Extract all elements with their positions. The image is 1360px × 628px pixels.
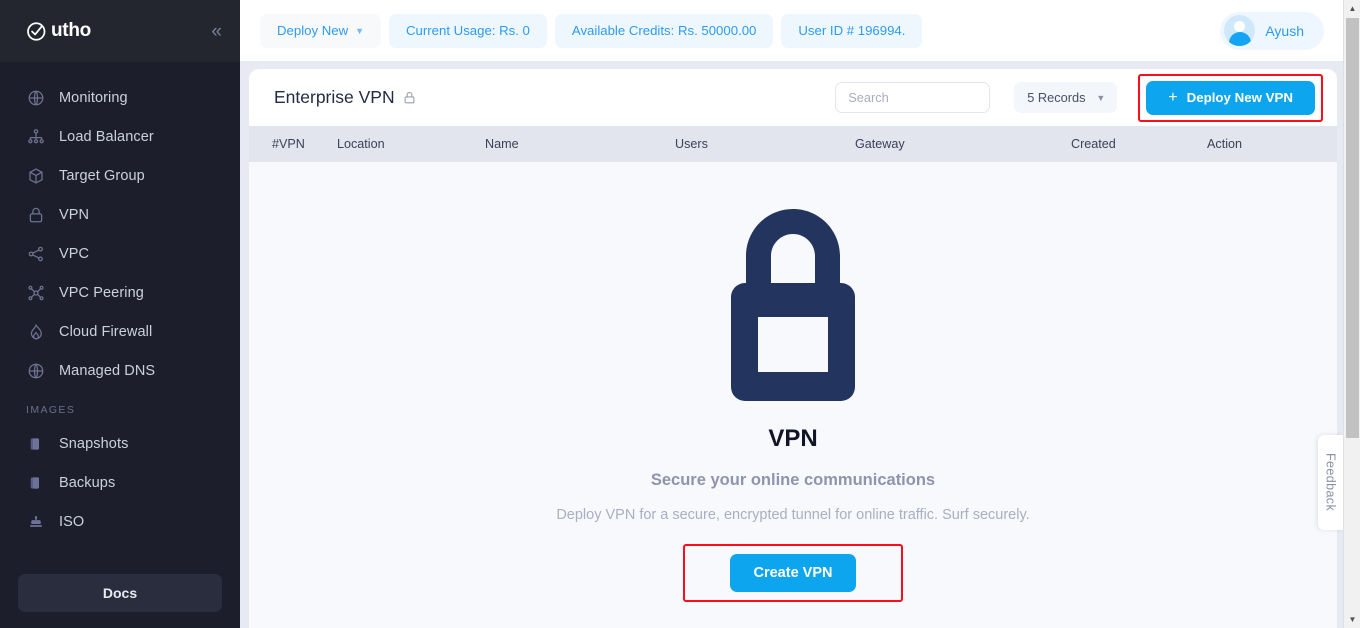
user-menu[interactable]: Ayush <box>1220 11 1324 50</box>
chevron-down-icon: ▼ <box>355 25 365 36</box>
sidebar-item-backups[interactable]: Backups <box>0 463 240 502</box>
scroll-up-arrow-icon[interactable]: ▲ <box>1344 0 1360 17</box>
panel-header: Enterprise VPN 5 Records ▼ <box>249 69 1337 126</box>
sidebar-item-vpn[interactable]: VPN <box>0 195 240 234</box>
user-id-chip[interactable]: User ID # 196994. <box>781 13 923 48</box>
sidebar-header: utho « <box>0 0 240 62</box>
load-balancer-tree-icon <box>26 127 45 146</box>
cube-icon <box>26 166 45 185</box>
sidebar-item-label: Backups <box>59 474 116 491</box>
feedback-label: Feedback <box>1323 453 1338 512</box>
column-header-vpn: #VPN <box>272 137 305 151</box>
sidebar-footer: Docs <box>0 564 240 628</box>
sidebar-nav: Monitoring Load Balancer Target Group VP… <box>0 62 240 564</box>
deploy-new-vpn-button[interactable]: + Deploy New VPN <box>1146 80 1315 115</box>
top-bar: Deploy New ▼ Current Usage: Rs. 0 Availa… <box>240 0 1360 61</box>
sidebar-item-label: Target Group <box>59 167 145 184</box>
sidebar-item-load-balancer[interactable]: Load Balancer <box>0 117 240 156</box>
share-nodes-icon <box>26 244 45 263</box>
create-vpn-highlight: Create VPN <box>682 544 904 602</box>
create-vpn-button[interactable]: Create VPN <box>729 554 857 592</box>
chevron-double-left-icon[interactable]: « <box>211 22 221 41</box>
plus-icon: + <box>1168 88 1178 106</box>
deploy-new-label: Deploy New <box>277 23 349 38</box>
network-peering-icon <box>26 283 45 302</box>
column-header-location: Location <box>337 137 385 151</box>
sidebar-item-vpc[interactable]: VPC <box>0 234 240 273</box>
sidebar: utho « Monitoring Load Balancer Target G… <box>0 0 240 628</box>
big-padlock-icon <box>717 201 869 411</box>
sidebar-item-snapshots[interactable]: Snapshots <box>0 424 240 463</box>
content-wrapper: Enterprise VPN 5 Records ▼ <box>249 69 1337 628</box>
globe-grid-icon <box>26 361 45 380</box>
chevron-down-icon: ▼ <box>1096 92 1106 103</box>
column-header-gateway: Gateway <box>855 137 905 151</box>
sidebar-item-label: ISO <box>59 513 85 530</box>
empty-state-description: Deploy VPN for a secure, encrypted tunne… <box>556 507 1030 523</box>
records-select-value: 5 Records <box>1027 90 1086 105</box>
records-per-page-select[interactable]: 5 Records ▼ <box>1014 82 1118 113</box>
sidebar-item-label: Cloud Firewall <box>59 323 153 340</box>
deploy-new-dropdown[interactable]: Deploy New ▼ <box>260 13 382 48</box>
sidebar-item-iso[interactable]: ISO <box>0 502 240 541</box>
main-area: Deploy New ▼ Current Usage: Rs. 0 Availa… <box>240 0 1360 628</box>
sidebar-item-label: VPC <box>59 245 90 262</box>
vpn-panel: Enterprise VPN 5 Records ▼ <box>249 69 1337 628</box>
sidebar-item-label: VPC Peering <box>59 284 144 301</box>
sidebar-item-label: VPN <box>59 206 90 223</box>
empty-state-subtitle: Secure your online communications <box>650 471 936 489</box>
backup-box-icon <box>26 473 45 492</box>
lock-icon <box>402 90 417 105</box>
column-header-action: Action <box>1207 137 1243 151</box>
empty-state: VPN Secure your online communications De… <box>249 162 1337 628</box>
sidebar-item-label: Managed DNS <box>59 362 156 379</box>
user-avatar-icon <box>1224 15 1256 46</box>
brand-logo[interactable]: utho <box>26 20 91 42</box>
sidebar-item-cloud-firewall[interactable]: Cloud Firewall <box>0 312 240 351</box>
scroll-down-arrow-icon[interactable]: ▼ <box>1344 611 1360 628</box>
iso-disc-icon <box>26 512 45 531</box>
snapshot-box-icon <box>26 434 45 453</box>
page-title: Enterprise VPN <box>274 87 417 108</box>
deploy-new-vpn-label: Deploy New VPN <box>1186 90 1293 105</box>
page-scrollbar[interactable]: ▲ ▼ <box>1343 0 1360 628</box>
available-credits-chip[interactable]: Available Credits: Rs. 50000.00 <box>554 13 774 48</box>
sidebar-item-target-group[interactable]: Target Group <box>0 156 240 195</box>
feedback-tab[interactable]: Feedback <box>1318 435 1343 530</box>
deploy-new-vpn-highlight: + Deploy New VPN <box>1138 73 1323 122</box>
page-title-text: Enterprise VPN <box>274 87 395 107</box>
column-header-users: Users <box>675 137 708 151</box>
sidebar-item-label: Monitoring <box>59 89 128 106</box>
current-usage-chip[interactable]: Current Usage: Rs. 0 <box>389 13 547 48</box>
table-header-row: #VPN Location Name Users Gateway Created… <box>249 126 1337 162</box>
globe-grid-icon <box>26 88 45 107</box>
brand-name: utho <box>51 20 91 41</box>
scrollbar-thumb[interactable] <box>1346 18 1359 438</box>
firewall-flame-icon <box>26 322 45 341</box>
sidebar-item-label: Load Balancer <box>59 128 154 145</box>
empty-state-title: VPN <box>768 425 818 452</box>
app-root: utho « Monitoring Load Balancer Target G… <box>0 0 1360 628</box>
sidebar-item-vpc-peering[interactable]: VPC Peering <box>0 273 240 312</box>
column-header-name: Name <box>485 137 519 151</box>
utho-check-circle-logo-icon <box>26 20 48 42</box>
docs-button[interactable]: Docs <box>18 574 222 612</box>
lock-icon <box>26 205 45 224</box>
search-input[interactable] <box>835 82 991 113</box>
sidebar-item-managed-dns[interactable]: Managed DNS <box>0 351 240 390</box>
sidebar-section-images: IMAGES <box>26 404 76 416</box>
sidebar-item-label: Snapshots <box>59 435 129 452</box>
column-header-created: Created <box>1071 137 1116 151</box>
user-name: Ayush <box>1265 22 1304 39</box>
sidebar-item-monitoring[interactable]: Monitoring <box>0 78 240 117</box>
